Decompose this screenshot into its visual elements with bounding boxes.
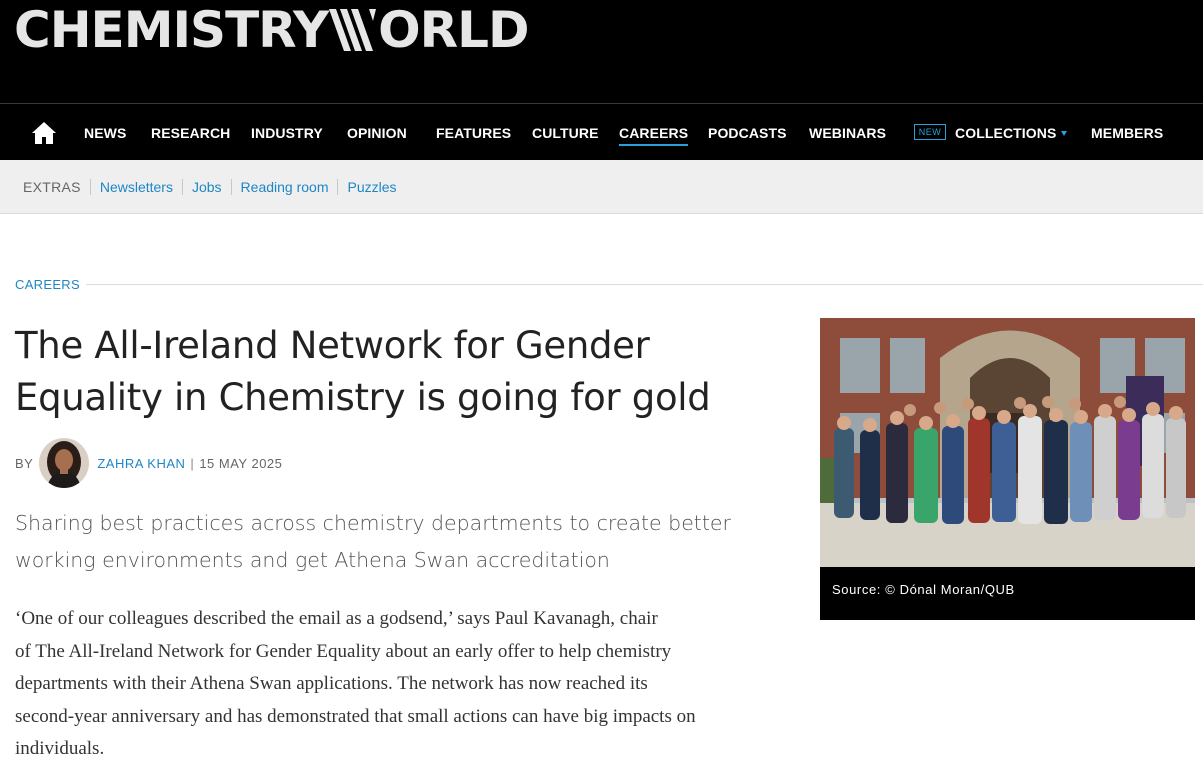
nav-item-opinion[interactable]: OPINION bbox=[347, 125, 407, 141]
divider bbox=[230, 179, 232, 195]
nav-item-podcasts[interactable]: PODCASTS bbox=[708, 125, 787, 141]
logo-text-chemistry: CHEMISTRY bbox=[14, 1, 329, 59]
subnav-link-jobs[interactable]: Jobs bbox=[192, 179, 222, 195]
new-badge: NEW bbox=[914, 124, 946, 140]
nav-item-careers[interactable]: CAREERS bbox=[619, 125, 689, 146]
subnav-extras-label: EXTRAS bbox=[23, 179, 81, 195]
article-headline: The All-Ireland Network for Gender Equal… bbox=[15, 320, 785, 424]
sub-nav: EXTRAS Newsletters Jobs Reading room Puz… bbox=[0, 160, 1203, 214]
byline-by: BY bbox=[15, 455, 34, 471]
nav-collections-label: COLLECTIONS bbox=[955, 125, 1057, 141]
main-nav: NEWS RESEARCH INDUSTRY OPINION FEATURES … bbox=[0, 103, 1203, 160]
body-line-2: of The All-Ireland Network for Gender Eq… bbox=[15, 640, 672, 662]
standfirst-line-1: Sharing best practices across chemistry … bbox=[15, 511, 731, 535]
byline: BY ZAHRA KHAN | 15 MAY 2025 bbox=[15, 438, 282, 488]
home-icon[interactable] bbox=[31, 121, 57, 145]
divider bbox=[181, 179, 183, 195]
body-line-1: ‘One of our colleagues described the ema… bbox=[15, 608, 658, 629]
nav-item-research[interactable]: RESEARCH bbox=[151, 125, 230, 141]
section-divider bbox=[86, 284, 1203, 285]
author-avatar[interactable] bbox=[39, 438, 90, 488]
group-photo[interactable] bbox=[820, 318, 1195, 567]
nav-item-collections[interactable]: COLLECTIONS bbox=[955, 125, 1068, 141]
section-label-careers[interactable]: CAREERS bbox=[15, 277, 80, 292]
byline-separator: | bbox=[190, 455, 195, 471]
logo-w-slashes-icon bbox=[329, 9, 377, 51]
site-logo[interactable]: CHEMISTRY ORLD bbox=[14, 1, 530, 59]
headline-line-2: Equality in Chemistry is going for gold bbox=[15, 376, 711, 419]
body-line-4: second-year anniversary and has demonstr… bbox=[15, 705, 696, 727]
standfirst-line-2: working environments and get Athena Swan… bbox=[15, 548, 610, 572]
article-figure: Source: © Dónal Moran/QUB bbox=[820, 318, 1195, 620]
nav-item-members[interactable]: MEMBERS bbox=[1091, 125, 1163, 141]
divider bbox=[89, 179, 91, 195]
image-caption: Source: © Dónal Moran/QUB bbox=[832, 582, 1015, 597]
headline-line-1: The All-Ireland Network for Gender bbox=[15, 324, 650, 367]
chevron-down-icon bbox=[1061, 131, 1068, 136]
publish-date: 15 MAY 2025 bbox=[199, 455, 283, 471]
nav-item-industry[interactable]: INDUSTRY bbox=[251, 125, 323, 141]
nav-item-news[interactable]: NEWS bbox=[84, 125, 126, 141]
subnav-link-puzzles[interactable]: Puzzles bbox=[347, 179, 396, 195]
body-line-5: individuals. bbox=[15, 738, 105, 759]
divider bbox=[337, 179, 339, 195]
article-standfirst: Sharing best practices across chemistry … bbox=[15, 505, 805, 579]
nav-item-culture[interactable]: CULTURE bbox=[532, 125, 599, 141]
nav-item-features[interactable]: FEATURES bbox=[436, 125, 511, 141]
masthead: CHEMISTRY ORLD bbox=[0, 0, 1203, 103]
nav-item-webinars[interactable]: WEBINARS bbox=[809, 125, 886, 141]
author-link[interactable]: ZAHRA KHAN bbox=[97, 456, 185, 471]
subnav-link-newsletters[interactable]: Newsletters bbox=[100, 179, 173, 195]
body-line-3: departments with their Athena Swan appli… bbox=[15, 673, 648, 694]
article-body: ‘One of our colleagues described the ema… bbox=[15, 603, 805, 766]
logo-text-world: ORLD bbox=[378, 1, 529, 59]
subnav-link-reading-room[interactable]: Reading room bbox=[241, 179, 329, 195]
